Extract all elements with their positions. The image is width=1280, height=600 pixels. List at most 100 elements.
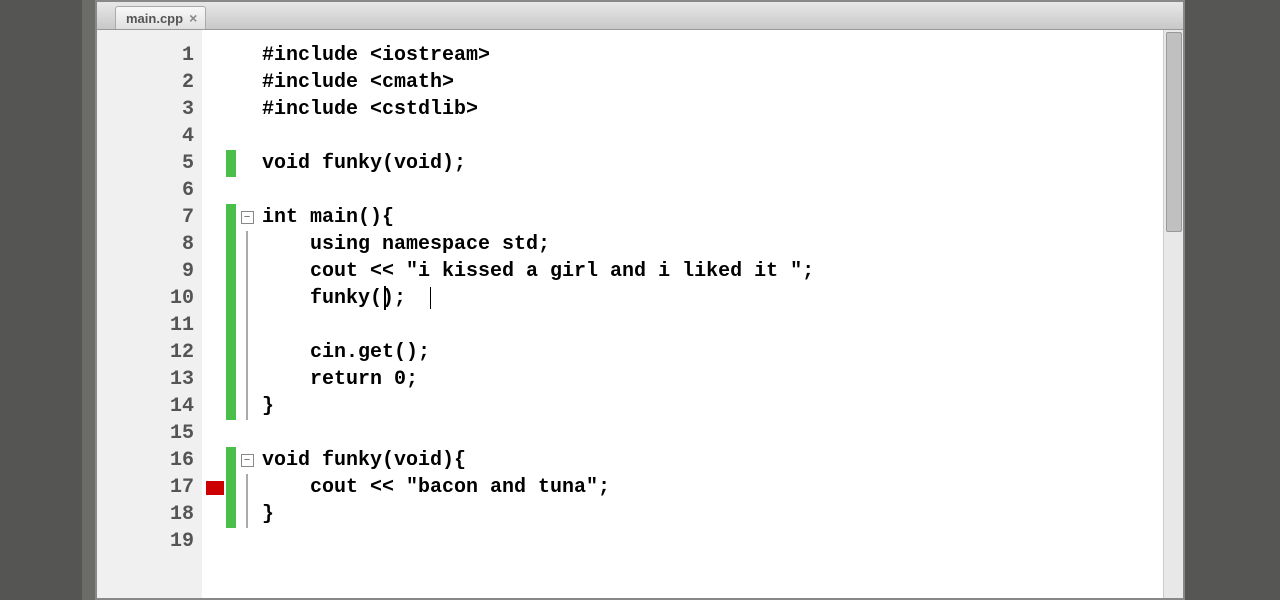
tab-filename: main.cpp [126,11,183,26]
code-line[interactable]: cout << "i kissed a girl and i liked it … [262,258,1183,285]
fold-cell [236,150,258,177]
close-tab-icon[interactable]: × [189,10,197,26]
fold-toggle-icon[interactable]: − [241,454,254,467]
line-number: 14 [97,393,194,420]
change-bar [226,339,236,366]
change-bar [226,501,236,528]
code-line[interactable]: #include <cmath> [262,69,1183,96]
fold-line [246,501,248,528]
tab-bar: main.cpp × [97,2,1183,30]
marker-cell [202,42,226,69]
change-bar [226,42,236,69]
change-bar [226,474,236,501]
code-line[interactable]: void funky(void); [262,150,1183,177]
fold-gutter[interactable]: −− [236,30,258,598]
app-window: main.cpp × 12345678910111213141516171819… [0,0,1280,600]
marker-cell [202,177,226,204]
fold-cell [236,258,258,285]
line-number: 18 [97,501,194,528]
code-line[interactable]: using namespace std; [262,231,1183,258]
change-bar [226,150,236,177]
line-number: 17 [97,474,194,501]
fold-line [246,285,248,312]
change-bar [226,393,236,420]
fold-cell [236,366,258,393]
code-line[interactable]: void funky(void){ [262,447,1183,474]
change-bar [226,285,236,312]
line-number: 7 [97,204,194,231]
fold-line [246,231,248,258]
code-area[interactable]: 12345678910111213141516171819 −− #includ… [97,30,1183,598]
marker-cell [202,501,226,528]
change-bar [226,366,236,393]
fold-cell [236,69,258,96]
line-number: 9 [97,258,194,285]
change-bar [226,258,236,285]
marker-cell [202,96,226,123]
change-bar [226,69,236,96]
line-number: 13 [97,366,194,393]
marker-cell [202,447,226,474]
line-number: 4 [97,123,194,150]
file-tab[interactable]: main.cpp × [115,6,206,29]
code-line[interactable] [262,123,1183,150]
fold-line [246,393,248,420]
code-line[interactable] [262,312,1183,339]
fold-cell [236,528,258,555]
change-bar [226,231,236,258]
change-bar [226,528,236,555]
fold-cell: − [236,447,258,474]
change-bar-gutter [226,30,236,598]
line-number: 2 [97,69,194,96]
error-marker-icon[interactable] [206,481,224,495]
fold-cell [236,177,258,204]
marker-cell [202,204,226,231]
line-number: 3 [97,96,194,123]
fold-cell [236,420,258,447]
code-line[interactable]: return 0; [262,366,1183,393]
vertical-scrollbar[interactable] [1163,30,1183,598]
code-line[interactable]: funky(); [262,285,1183,312]
marker-cell [202,420,226,447]
code-line[interactable]: #include <iostream> [262,42,1183,69]
change-bar [226,312,236,339]
code-line[interactable]: #include <cstdlib> [262,96,1183,123]
caret-icon [430,287,431,309]
code-line[interactable]: int main(){ [262,204,1183,231]
fold-cell [236,231,258,258]
fold-cell [236,285,258,312]
marker-cell [202,312,226,339]
code-line[interactable]: cout << "bacon and tuna"; [262,474,1183,501]
fold-line [246,312,248,339]
fold-cell [236,42,258,69]
fold-cell: − [236,204,258,231]
code-line[interactable]: } [262,393,1183,420]
marker-cell [202,285,226,312]
change-bar [226,204,236,231]
code-content[interactable]: #include <iostream>#include <cmath>#incl… [258,30,1183,598]
line-number: 15 [97,420,194,447]
code-line[interactable]: cin.get(); [262,339,1183,366]
scrollbar-thumb[interactable] [1166,32,1182,232]
line-number: 16 [97,447,194,474]
change-bar [226,420,236,447]
marker-cell [202,150,226,177]
right-frame-border [1185,0,1280,600]
fold-toggle-icon[interactable]: − [241,211,254,224]
code-line[interactable] [262,177,1183,204]
fold-cell [236,312,258,339]
code-line[interactable] [262,420,1183,447]
change-bar [226,177,236,204]
marker-cell [202,339,226,366]
code-line[interactable]: } [262,501,1183,528]
code-line[interactable] [262,528,1183,555]
line-number: 1 [97,42,194,69]
change-bar [226,96,236,123]
line-number: 10 [97,285,194,312]
fold-line [246,258,248,285]
marker-cell [202,366,226,393]
line-number: 19 [97,528,194,555]
left-frame-border [0,0,95,600]
line-number: 6 [97,177,194,204]
line-number: 11 [97,312,194,339]
